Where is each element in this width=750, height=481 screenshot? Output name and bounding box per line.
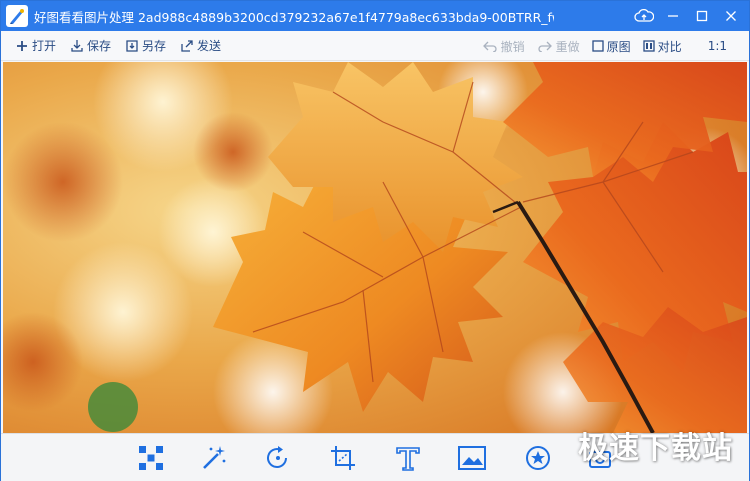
compare-button[interactable]: 对比	[643, 34, 682, 58]
app-window: 好图看看图片处理 2ad988c4889b3200cd379232a67e1f4…	[0, 0, 750, 481]
window-title: 好图看看图片处理 2ad988c4889b3200cd379232a67e1f4…	[34, 9, 554, 25]
sticker-icon[interactable]	[523, 443, 553, 473]
magic-wand-icon[interactable]	[199, 443, 229, 473]
rotate-icon[interactable]	[263, 443, 293, 473]
download-icon	[71, 39, 83, 52]
title-bar: 好图看看图片处理 2ad988c4889b3200cd379232a67e1f4…	[1, 1, 749, 31]
close-button[interactable]	[717, 1, 745, 31]
save-as-button[interactable]: 另存	[125, 34, 166, 58]
original-label: 原图	[606, 39, 631, 54]
save-as-label: 另存	[142, 39, 167, 53]
frame-icon[interactable]	[457, 443, 487, 473]
autumn-leaves-photo	[3, 62, 747, 433]
minimize-button[interactable]	[659, 1, 687, 31]
plus-icon	[17, 40, 27, 51]
crop-icon[interactable]	[328, 443, 358, 473]
redo-label: 重做	[555, 39, 580, 54]
window-controls	[629, 1, 745, 31]
open-label: 打开	[32, 39, 57, 53]
image-canvas[interactable]	[3, 62, 747, 433]
watermark: 极速下载站	[578, 431, 733, 466]
mosaic-icon[interactable]	[136, 443, 166, 473]
text-icon[interactable]	[393, 443, 423, 473]
open-button[interactable]: 打开	[15, 34, 56, 58]
app-logo-icon	[6, 5, 28, 27]
ratio-button[interactable]: 1:1	[708, 39, 727, 53]
undo-button[interactable]: 撤销	[482, 34, 525, 58]
original-button[interactable]: 原图	[592, 34, 631, 58]
cloud-upload-icon[interactable]	[630, 1, 658, 31]
compare-icon	[643, 40, 655, 52]
share-icon	[181, 39, 193, 52]
undo-label: 撤销	[500, 39, 525, 54]
send-button[interactable]: 发送	[180, 34, 221, 58]
compare-label: 对比	[657, 39, 682, 54]
toolbar: 打开 保存 另存 发送 撤销 重做 原图 对比 1:1	[1, 31, 749, 61]
save-as-icon	[126, 39, 138, 52]
send-label: 发送	[197, 39, 222, 53]
undo-icon	[482, 41, 497, 52]
toolbar-right: 撤销 重做 原图 对比 1:1	[470, 31, 727, 61]
maximize-button[interactable]	[688, 1, 716, 31]
redo-icon	[538, 41, 552, 52]
save-label: 保存	[87, 39, 112, 53]
redo-button[interactable]: 重做	[537, 34, 580, 58]
save-button[interactable]: 保存	[70, 34, 111, 58]
original-icon	[592, 40, 604, 52]
